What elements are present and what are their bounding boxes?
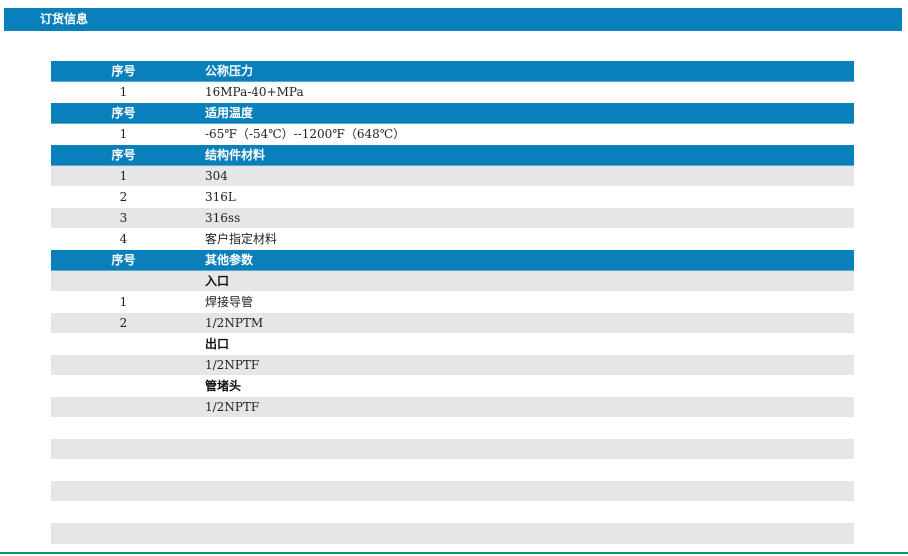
- header-label: 公称压力: [196, 61, 854, 82]
- ordering-info-table: 序号 公称压力 1 16MPa-40+MPa 序号 适用温度 1 -65℉（-5…: [51, 61, 854, 544]
- row-value: 1/2NPTF: [196, 396, 854, 418]
- row-value: [196, 438, 854, 460]
- row-no: 4: [51, 228, 196, 250]
- row-no: 1: [51, 81, 196, 103]
- page-title: 订货信息: [40, 12, 89, 26]
- row-value: [196, 417, 854, 439]
- table-row: 2 316L: [51, 186, 854, 208]
- table-row: 1/2NPTF: [51, 396, 854, 418]
- table-row: 1 焊接导管: [51, 291, 854, 313]
- header-label: 结构件材料: [196, 144, 854, 166]
- row-value: 304: [196, 165, 854, 187]
- row-value: 客户指定材料: [196, 228, 854, 250]
- row-no: [51, 417, 196, 439]
- row-no: 1: [51, 123, 196, 145]
- table-row: [51, 522, 854, 544]
- table-row: 1/2NPTF: [51, 354, 854, 376]
- row-value: 1/2NPTM: [196, 312, 854, 334]
- bottom-divider: [0, 552, 908, 554]
- table-subheading-row: 入口: [51, 270, 854, 292]
- row-value: 16MPa-40+MPa: [196, 81, 854, 103]
- table-row: [51, 459, 854, 481]
- table-header-row: 序号 公称压力: [51, 61, 854, 82]
- table-row: 1 -65℉（-54℃）--1200℉（648℃）: [51, 123, 854, 145]
- table-row: [51, 438, 854, 460]
- row-no: 1: [51, 291, 196, 313]
- table-header-row: 序号 适用温度: [51, 102, 854, 124]
- row-no: [51, 333, 196, 355]
- row-value: 316ss: [196, 207, 854, 229]
- row-value: 316L: [196, 186, 854, 208]
- row-value: [196, 480, 854, 502]
- row-no: 1: [51, 165, 196, 187]
- table-row: 2 1/2NPTM: [51, 312, 854, 334]
- table-row: [51, 480, 854, 502]
- row-value: -65℉（-54℃）--1200℉（648℃）: [196, 123, 854, 145]
- row-value: 焊接导管: [196, 291, 854, 313]
- row-no: [51, 354, 196, 376]
- header-label: 适用温度: [196, 102, 854, 124]
- row-subheading: 出口: [196, 333, 854, 355]
- row-no: 3: [51, 207, 196, 229]
- row-subheading: 管堵头: [196, 375, 854, 397]
- row-no: [51, 438, 196, 460]
- row-value: 1/2NPTF: [196, 354, 854, 376]
- table-row: 4 客户指定材料: [51, 228, 854, 250]
- table-subheading-row: 管堵头: [51, 375, 854, 397]
- header-no: 序号: [51, 249, 196, 271]
- row-subheading: 入口: [196, 270, 854, 292]
- header-no: 序号: [51, 144, 196, 166]
- header-no: 序号: [51, 102, 196, 124]
- row-no: [51, 501, 196, 523]
- table-row: 1 304: [51, 165, 854, 187]
- row-no: 2: [51, 186, 196, 208]
- row-no: [51, 522, 196, 544]
- header-no: 序号: [51, 61, 196, 82]
- header-label: 其他参数: [196, 249, 854, 271]
- row-no: 2: [51, 312, 196, 334]
- table-row: [51, 501, 854, 523]
- row-value: [196, 459, 854, 481]
- row-no: [51, 480, 196, 502]
- table-header-row: 序号 结构件材料: [51, 144, 854, 166]
- row-value: [196, 522, 854, 544]
- table-row: 3 316ss: [51, 207, 854, 229]
- row-no: [51, 270, 196, 292]
- row-value: [196, 501, 854, 523]
- table-row: [51, 417, 854, 439]
- table-subheading-row: 出口: [51, 333, 854, 355]
- row-no: [51, 375, 196, 397]
- table-row: 1 16MPa-40+MPa: [51, 81, 854, 103]
- row-no: [51, 396, 196, 418]
- table-header-row: 序号 其他参数: [51, 249, 854, 271]
- page-title-bar: 订货信息: [4, 8, 902, 31]
- row-no: [51, 459, 196, 481]
